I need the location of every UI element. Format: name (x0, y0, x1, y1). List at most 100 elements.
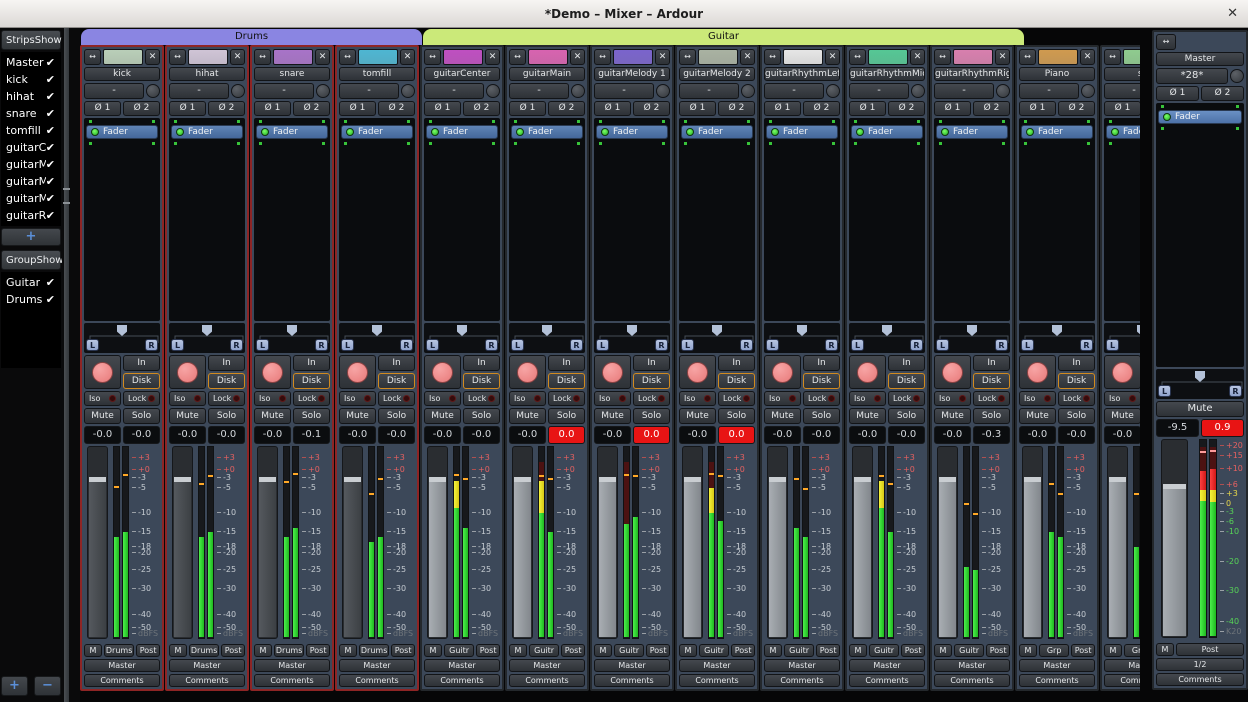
sidebar-strip-row[interactable]: guitarM✔ (1, 190, 61, 207)
mute-button[interactable]: Mute (339, 408, 376, 424)
gain-fader[interactable] (427, 446, 448, 639)
comments-button[interactable]: Comments (339, 674, 415, 687)
check-icon[interactable]: ✔ (46, 158, 55, 171)
pan-right-button[interactable]: R (570, 339, 583, 351)
trim-knob[interactable] (741, 84, 755, 98)
gain-fader[interactable] (257, 446, 278, 639)
fader-handle[interactable] (854, 477, 871, 482)
solo-button[interactable]: Solo (1058, 408, 1095, 424)
output-button[interactable]: Master (84, 659, 160, 672)
fader-processor-entry[interactable]: Fader (1106, 125, 1140, 139)
solo-iso-button[interactable]: Iso (509, 391, 546, 406)
pan-left-button[interactable]: L (1021, 339, 1034, 351)
width-icon[interactable]: ↔ (1019, 49, 1036, 65)
group-button[interactable]: Guitr (444, 644, 474, 657)
processor-box[interactable]: Fader (679, 118, 755, 321)
trim-display[interactable]: - (934, 83, 994, 99)
processor-box[interactable]: Fader (84, 118, 160, 321)
mute-button[interactable]: Mute (169, 408, 206, 424)
processor-led-icon[interactable] (1026, 128, 1034, 136)
trim-display[interactable]: - (169, 83, 229, 99)
metering-button[interactable]: M (84, 644, 102, 657)
group-button[interactable]: Guitr (869, 644, 899, 657)
phase1-button[interactable]: Ø 1 (849, 101, 886, 116)
metering-button[interactable]: M (1019, 644, 1037, 657)
fader-processor-entry[interactable]: Fader (1021, 125, 1093, 139)
gain-display[interactable]: -0.0 (1104, 426, 1140, 444)
output-button[interactable]: Master (424, 659, 500, 672)
fader-handle[interactable] (514, 477, 531, 482)
meter-point-button[interactable]: Post (1176, 643, 1244, 656)
meter-point-button[interactable]: Post (646, 644, 670, 657)
phase2-button[interactable]: Ø 2 (293, 101, 330, 116)
pan-left-button[interactable]: L (256, 339, 269, 351)
solo-lock-button[interactable]: Lock (208, 391, 245, 406)
group-button[interactable]: Guitr (784, 644, 814, 657)
record-enable-button[interactable] (254, 355, 291, 389)
pan-right-button[interactable]: R (485, 339, 498, 351)
meter-bar-left[interactable] (1133, 446, 1140, 639)
solo-lock-button[interactable]: Lock (1058, 391, 1095, 406)
trim-knob[interactable] (826, 84, 840, 98)
phase2-button[interactable]: Ø 2 (973, 101, 1010, 116)
pan-right-button[interactable]: R (145, 339, 158, 351)
gain-fader[interactable] (512, 446, 533, 639)
fader-processor-entry[interactable]: Fader (256, 125, 328, 139)
group-button[interactable]: Guitr (954, 644, 984, 657)
gain-fader[interactable] (852, 446, 873, 639)
metering-button[interactable]: M (169, 644, 187, 657)
comments-button[interactable]: Comments (169, 674, 245, 687)
group-button[interactable]: Guitr (614, 644, 644, 657)
width-icon[interactable]: ↔ (764, 49, 781, 65)
meter-point-button[interactable]: Post (731, 644, 755, 657)
solo-iso-button[interactable]: Iso (594, 391, 631, 406)
record-enable-button[interactable] (509, 355, 546, 389)
pan-left-button[interactable]: L (1106, 339, 1119, 351)
meter-bar-left[interactable] (538, 446, 545, 639)
meter-bar-left[interactable] (1199, 439, 1207, 638)
monitor-input-button[interactable]: In (463, 355, 500, 371)
close-icon[interactable]: ✕ (400, 49, 415, 65)
trim-display[interactable]: - (509, 83, 569, 99)
peak-display[interactable]: -0.1 (293, 426, 330, 444)
phase1-button[interactable]: Ø 1 (594, 101, 631, 116)
metering-button[interactable]: M (679, 644, 697, 657)
monitor-disk-button[interactable]: Disk (633, 373, 670, 389)
metering-button[interactable]: M (339, 644, 357, 657)
meter-bar-right[interactable] (887, 446, 894, 639)
trim-knob[interactable] (1081, 84, 1095, 98)
gain-display[interactable]: -9.5 (1156, 419, 1199, 437)
record-enable-button[interactable] (849, 355, 886, 389)
master-trim-display[interactable]: *28* (1156, 68, 1228, 84)
add-strip-button[interactable]: + (1, 228, 61, 246)
meter-bar-left[interactable] (623, 446, 630, 639)
pan-control[interactable]: L R (1156, 369, 1244, 399)
fader-processor-entry[interactable]: Fader (1158, 110, 1242, 124)
phase1-button[interactable]: Ø 1 (169, 101, 206, 116)
monitor-input-button[interactable]: In (548, 355, 585, 371)
meter-point-button[interactable]: Post (901, 644, 925, 657)
phase2-button[interactable]: Ø 2 (1201, 86, 1244, 101)
processor-led-icon[interactable] (686, 128, 694, 136)
gain-fader[interactable] (682, 446, 703, 639)
processor-led-icon[interactable] (601, 128, 609, 136)
pan-left-button[interactable]: L (341, 339, 354, 351)
pan-left-button[interactable]: L (766, 339, 779, 351)
solo-lock-button[interactable]: Lock (378, 391, 415, 406)
monitor-input-button[interactable]: In (803, 355, 840, 371)
fader-handle[interactable] (939, 477, 956, 482)
trim-knob[interactable] (231, 84, 245, 98)
meter-bar-right[interactable] (122, 446, 129, 639)
phase1-button[interactable]: Ø 1 (679, 101, 716, 116)
group-button[interactable]: Drums (359, 644, 389, 657)
fader-processor-entry[interactable]: Fader (86, 125, 158, 139)
pan-right-button[interactable]: R (400, 339, 413, 351)
processor-led-icon[interactable] (91, 128, 99, 136)
monitor-input-button[interactable]: In (208, 355, 245, 371)
pan-control[interactable]: L R (764, 323, 840, 353)
output-button[interactable]: Master (934, 659, 1010, 672)
output-button[interactable]: Master (679, 659, 755, 672)
solo-iso-button[interactable]: Iso (169, 391, 206, 406)
remove-group-button[interactable]: − (34, 676, 61, 696)
record-enable-button[interactable] (424, 355, 461, 389)
